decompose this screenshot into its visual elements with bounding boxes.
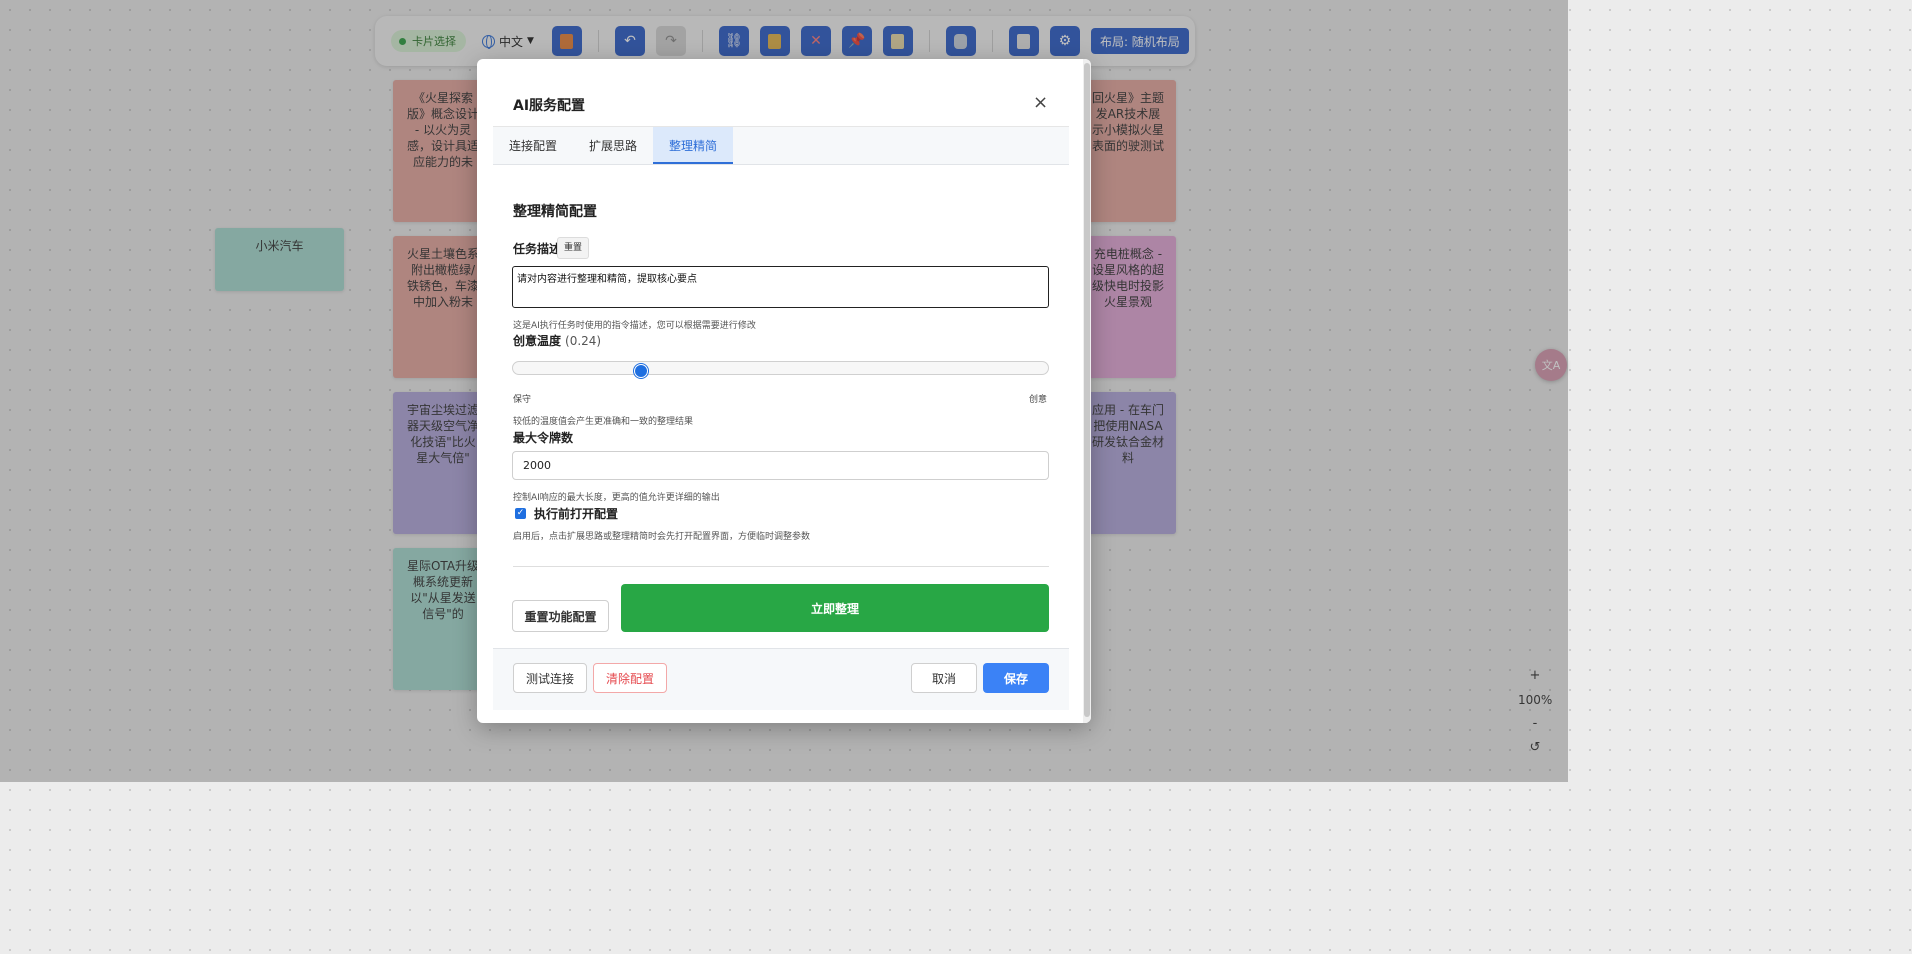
task-description-textarea[interactable] (512, 266, 1049, 308)
tab-expand-ideas[interactable]: 扩展思路 (573, 127, 653, 164)
close-icon[interactable]: × (1033, 92, 1048, 113)
checkmark-icon: ✓ (516, 508, 525, 518)
max-tokens-input[interactable] (512, 451, 1049, 480)
temperature-label-text: 创意温度 (513, 334, 562, 348)
scrollbar-thumb[interactable] (1084, 63, 1090, 717)
temperature-label: 创意温度 (0.24) (513, 332, 601, 349)
reset-task-button[interactable]: 重置 (557, 237, 590, 259)
slider-min-label: 保守 (513, 395, 532, 405)
modal-title: AI服务配置 (513, 98, 586, 114)
section-title: 整理精简配置 (513, 204, 597, 220)
task-description-label: 任务描述 (513, 242, 562, 256)
config-tabs: 连接配置 扩展思路 整理精简 (493, 126, 1069, 165)
slider-max-label: 创意 (1029, 395, 1048, 405)
ai-service-config-modal: AI服务配置 × 连接配置 扩展思路 整理精简 整理精简配置 任务描述 重置 这… (477, 59, 1091, 723)
open-before-run-checkbox[interactable]: ✓ (515, 508, 526, 519)
temperature-slider[interactable] (512, 361, 1049, 378)
save-button[interactable]: 保存 (983, 663, 1049, 693)
max-tokens-hint: 控制AI响应的最大长度，更高的值允许更详细的输出 (513, 493, 720, 503)
modal-scrollbar[interactable] (1083, 59, 1091, 723)
tab-connection[interactable]: 连接配置 (493, 127, 573, 164)
open-before-run-row: ✓ 执行前打开配置 (515, 505, 618, 522)
clear-config-button[interactable]: 清除配置 (593, 663, 667, 693)
temperature-value: (0.24) (565, 334, 602, 348)
task-description-hint: 这是AI执行任务时使用的指令描述，您可以根据需要进行修改 (513, 321, 756, 331)
slider-thumb[interactable] (634, 364, 649, 378)
cancel-button[interactable]: 取消 (911, 663, 977, 693)
max-tokens-label: 最大令牌数 (513, 431, 574, 445)
reset-feature-config-button[interactable]: 重置功能配置 (512, 600, 609, 632)
run-summarize-button[interactable]: 立即整理 (621, 584, 1049, 632)
open-before-run-label: 执行前打开配置 (534, 507, 619, 521)
open-before-run-hint: 启用后，点击扩展思路或整理精简时会先打开配置界面，方便临时调整参数 (513, 532, 811, 542)
temperature-hint: 较低的温度值会产生更准确和一致的整理结果 (513, 417, 694, 427)
divider (513, 566, 1049, 567)
modal-footer: 测试连接 清除配置 取消 保存 (493, 648, 1069, 710)
tab-summarize[interactable]: 整理精简 (653, 127, 734, 164)
test-connection-button[interactable]: 测试连接 (513, 663, 587, 693)
